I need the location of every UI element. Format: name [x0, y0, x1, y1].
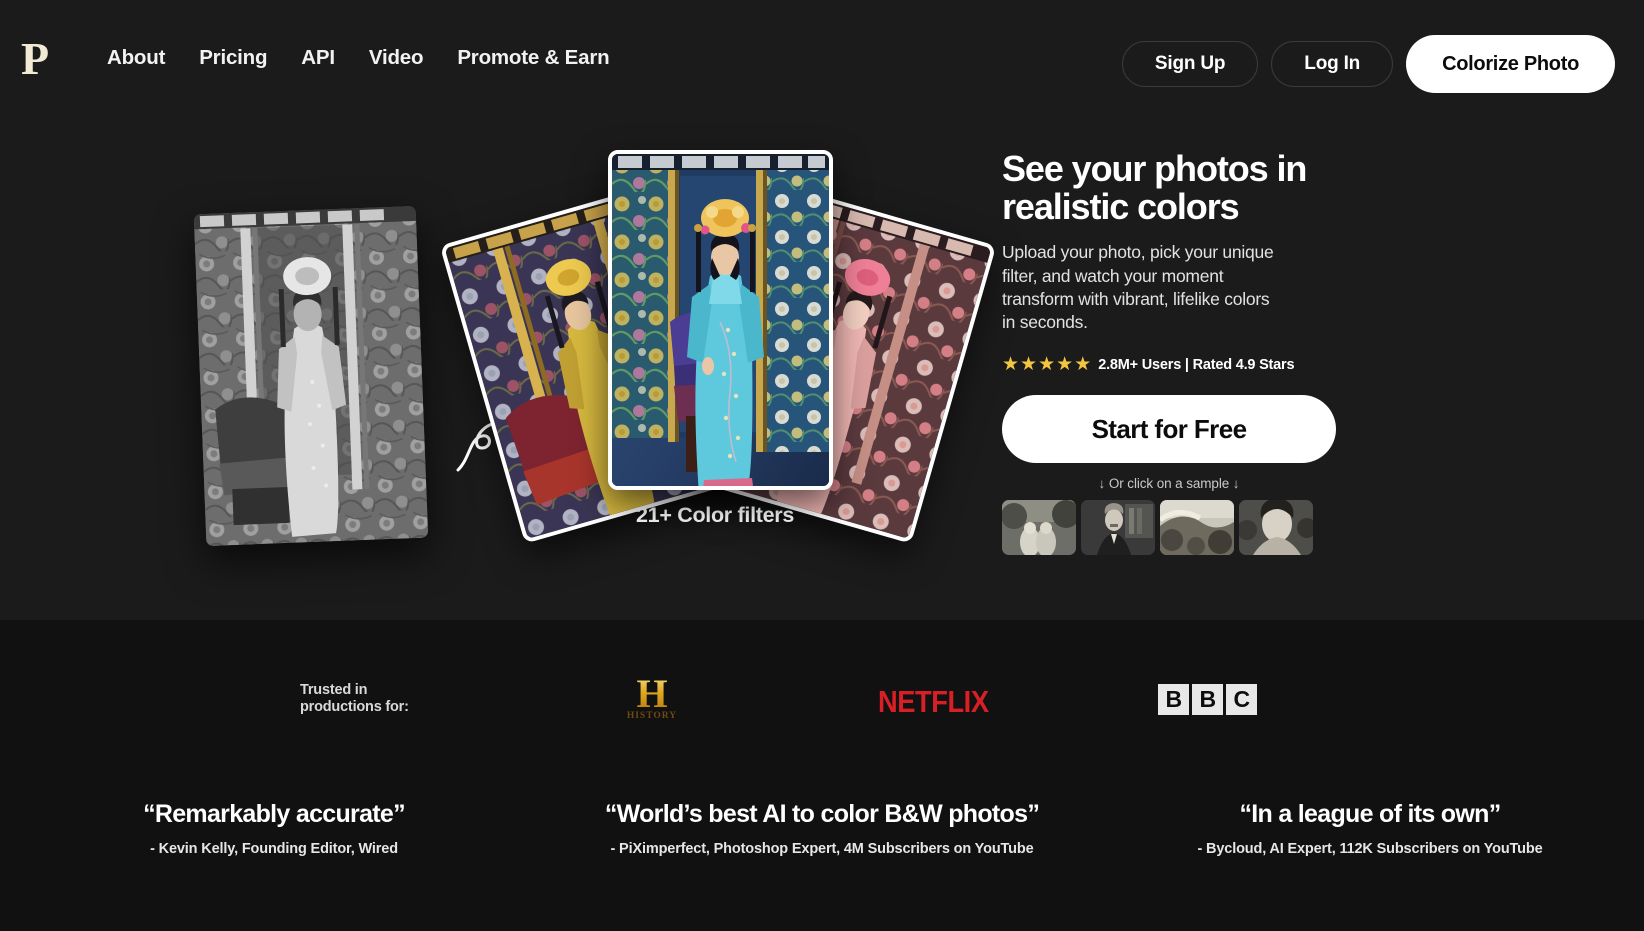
sample-woman-group-image: [1239, 500, 1313, 556]
testimonial-quote: “World’s best AI to color B&W photos”: [604, 800, 1040, 828]
history-h-mark: H: [623, 674, 681, 714]
nav-link-pricing[interactable]: Pricing: [182, 46, 284, 70]
star-rating-icon: ★ ★ ★ ★ ★: [1002, 355, 1091, 374]
history-wordmark: HISTORY: [626, 711, 678, 721]
sample-thumbnail-man-portrait[interactable]: [1081, 500, 1155, 556]
sample-thumbnails: [1002, 500, 1352, 556]
testimonial-author: - Bycloud, AI Expert, 112K Subscribers o…: [1197, 841, 1543, 857]
nav-links: About Pricing API Video Promote & Earn: [107, 46, 626, 70]
nav-link-about[interactable]: About: [107, 46, 182, 70]
star-icon: ★: [1056, 354, 1074, 376]
testimonial-item: “Remarkably accurate” - Kevin Kelly, Fou…: [0, 800, 548, 857]
star-icon: ★: [1002, 354, 1020, 376]
testimonial-quote: “In a league of its own”: [1239, 800, 1501, 828]
bbc-letter-c: C: [1226, 684, 1257, 715]
brand-logo[interactable]: P: [21, 36, 49, 82]
hero-copy-column: See your photos in realistic colors Uplo…: [1002, 148, 1352, 556]
start-for-free-button[interactable]: Start for Free: [1002, 395, 1336, 464]
testimonial-quote: “Remarkably accurate”: [143, 800, 406, 828]
page-title: See your photos in realistic colors: [1002, 148, 1307, 228]
trusted-label: Trusted in productions for:: [300, 682, 409, 716]
sample-landscape-image: [1160, 500, 1234, 556]
sample-man-portrait-image: [1081, 500, 1155, 556]
netflix-logo: NETFLIX: [878, 684, 989, 719]
testimonial-item: “In a league of its own” - Bycloud, AI E…: [1096, 800, 1644, 857]
sign-up-button[interactable]: Sign Up: [1121, 41, 1259, 87]
sample-couple-garden-image: [1002, 500, 1076, 556]
bbc-logo: B B C: [1158, 684, 1257, 715]
bbc-letter-b1: B: [1158, 684, 1189, 715]
rating-text: 2.8M+ Users | Rated 4.9 Stars: [1098, 356, 1295, 373]
card-center-graphic: [612, 154, 829, 486]
color-filters-label: 21+ Color filters: [636, 503, 794, 527]
trusted-logos-row: Trusted in productions for: H HISTORY NE…: [0, 672, 1644, 732]
testimonials-row: “Remarkably accurate” - Kevin Kelly, Fou…: [0, 800, 1644, 857]
color-card-center[interactable]: [608, 150, 833, 490]
nav-link-video[interactable]: Video: [352, 46, 440, 70]
log-in-button[interactable]: Log In: [1271, 41, 1394, 87]
star-icon: ★: [1038, 354, 1056, 376]
colorize-photo-button[interactable]: Colorize Photo: [1406, 35, 1615, 93]
hero-description: Upload your photo, pick your unique filt…: [1002, 242, 1274, 333]
original-bw-photo: [193, 205, 429, 547]
testimonial-author: - Kevin Kelly, Founding Editor, Wired: [150, 841, 398, 857]
star-icon: ★: [1020, 354, 1038, 376]
testimonial-author: - PiXimperfect, Photoshop Expert, 4M Sub…: [610, 841, 1034, 857]
history-logo: H HISTORY: [623, 674, 681, 726]
star-icon: ★: [1074, 354, 1092, 376]
bw-photo-graphic: [193, 205, 429, 547]
sample-hint-text: ↓ Or click on a sample ↓: [1098, 476, 1240, 492]
sample-thumbnail-couple-garden[interactable]: [1002, 500, 1076, 556]
top-navigation-bar: P About Pricing API Video Promote & Earn…: [0, 0, 1644, 118]
nav-actions: Sign Up Log In Colorize Photo: [1121, 35, 1615, 93]
nav-link-promote-earn[interactable]: Promote & Earn: [440, 46, 626, 70]
sample-thumbnail-landscape[interactable]: [1160, 500, 1234, 556]
testimonial-item: “World’s best AI to color B&W photos” - …: [548, 800, 1096, 857]
colorized-cards-fan: [439, 140, 997, 544]
nav-link-api[interactable]: API: [284, 46, 352, 70]
bbc-letter-b2: B: [1192, 684, 1223, 715]
lower-background: [0, 620, 1644, 931]
rating-row: ★ ★ ★ ★ ★ 2.8M+ Users | Rated 4.9 Stars: [1002, 355, 1352, 374]
sample-thumbnail-woman-group[interactable]: [1239, 500, 1313, 556]
